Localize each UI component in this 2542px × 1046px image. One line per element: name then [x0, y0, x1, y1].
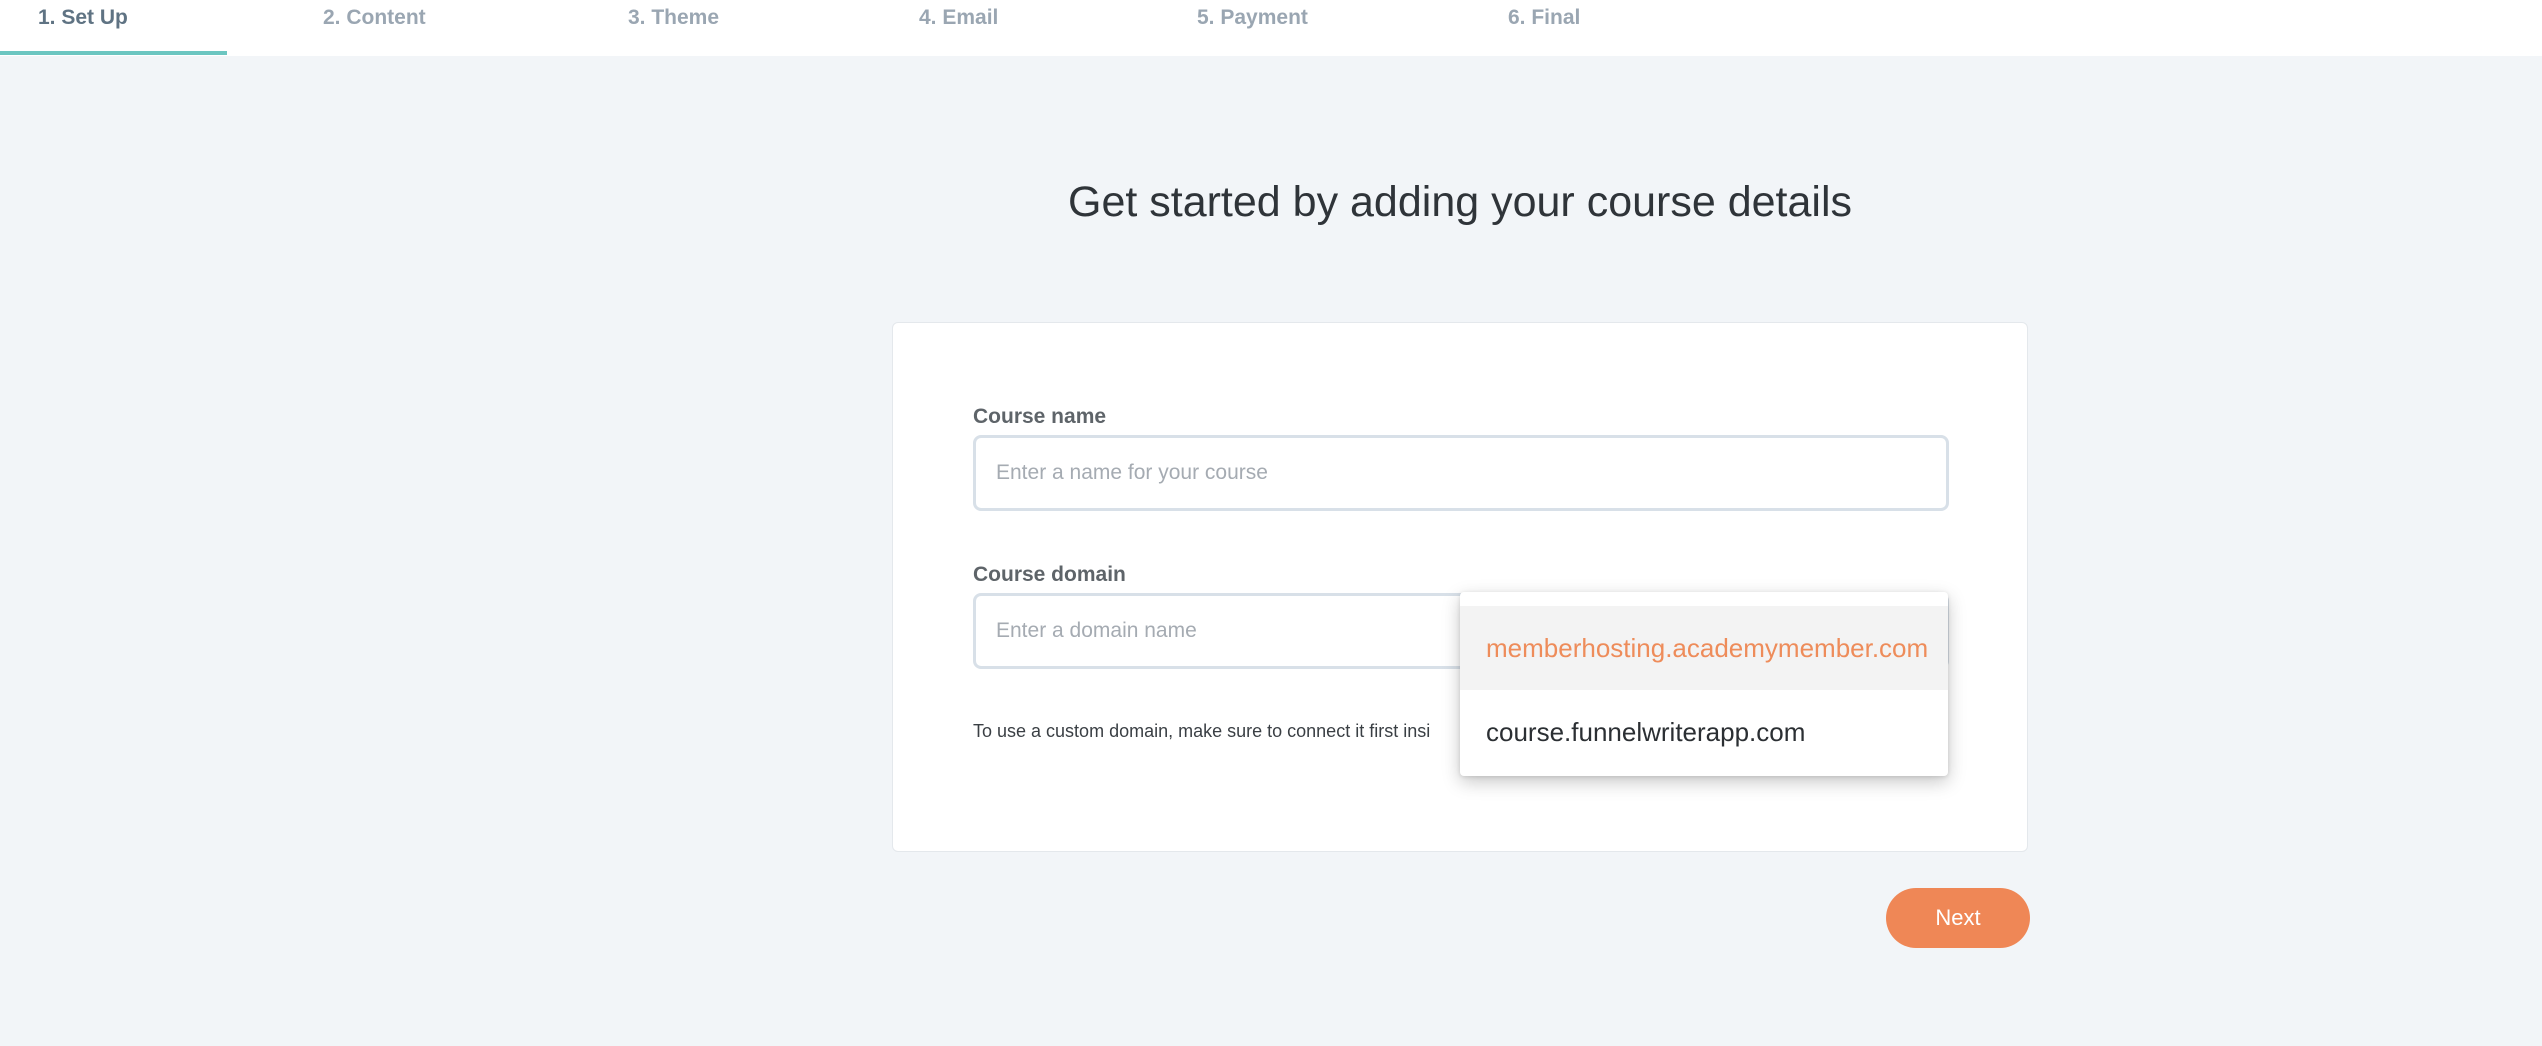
step-content[interactable]: 2. Content	[323, 0, 426, 56]
step-theme[interactable]: 3. Theme	[628, 0, 719, 56]
course-domain-label: Course domain	[973, 563, 1126, 586]
domain-option-funnelwriter[interactable]: course.funnelwriterapp.com	[1460, 690, 1948, 774]
step-final[interactable]: 6. Final	[1508, 0, 1580, 56]
active-step-indicator	[0, 51, 227, 55]
course-name-input[interactable]	[973, 435, 1949, 511]
custom-domain-helper: To use a custom domain, make sure to con…	[973, 721, 1431, 741]
course-name-label: Course name	[973, 405, 1107, 428]
step-label: 1. Set Up	[38, 6, 128, 29]
step-label: 2. Content	[323, 6, 426, 29]
dropdown-spacer	[1460, 592, 1948, 606]
step-payment[interactable]: 5. Payment	[1197, 0, 1308, 56]
domain-option-label: course.funnelwriterapp.com	[1486, 716, 1806, 747]
domain-dropdown: memberhosting.academymember.com course.f…	[1460, 592, 1948, 776]
step-email[interactable]: 4. Email	[919, 0, 998, 56]
step-setup[interactable]: 1. Set Up	[38, 0, 128, 56]
step-label: 4. Email	[919, 6, 999, 29]
step-label: 5. Payment	[1197, 6, 1308, 29]
domain-option-label: memberhosting.academymember.com	[1486, 632, 1929, 663]
page-title: Get started by adding your course detail…	[1068, 178, 1852, 226]
step-navigation: 1. Set Up 2. Content 3. Theme 4. Email 5…	[0, 0, 2542, 56]
step-label: 3. Theme	[628, 6, 720, 29]
next-button[interactable]: Next	[1886, 888, 2030, 948]
step-label: 6. Final	[1508, 6, 1581, 29]
domain-option-memberhosting[interactable]: memberhosting.academymember.com	[1460, 606, 1948, 690]
